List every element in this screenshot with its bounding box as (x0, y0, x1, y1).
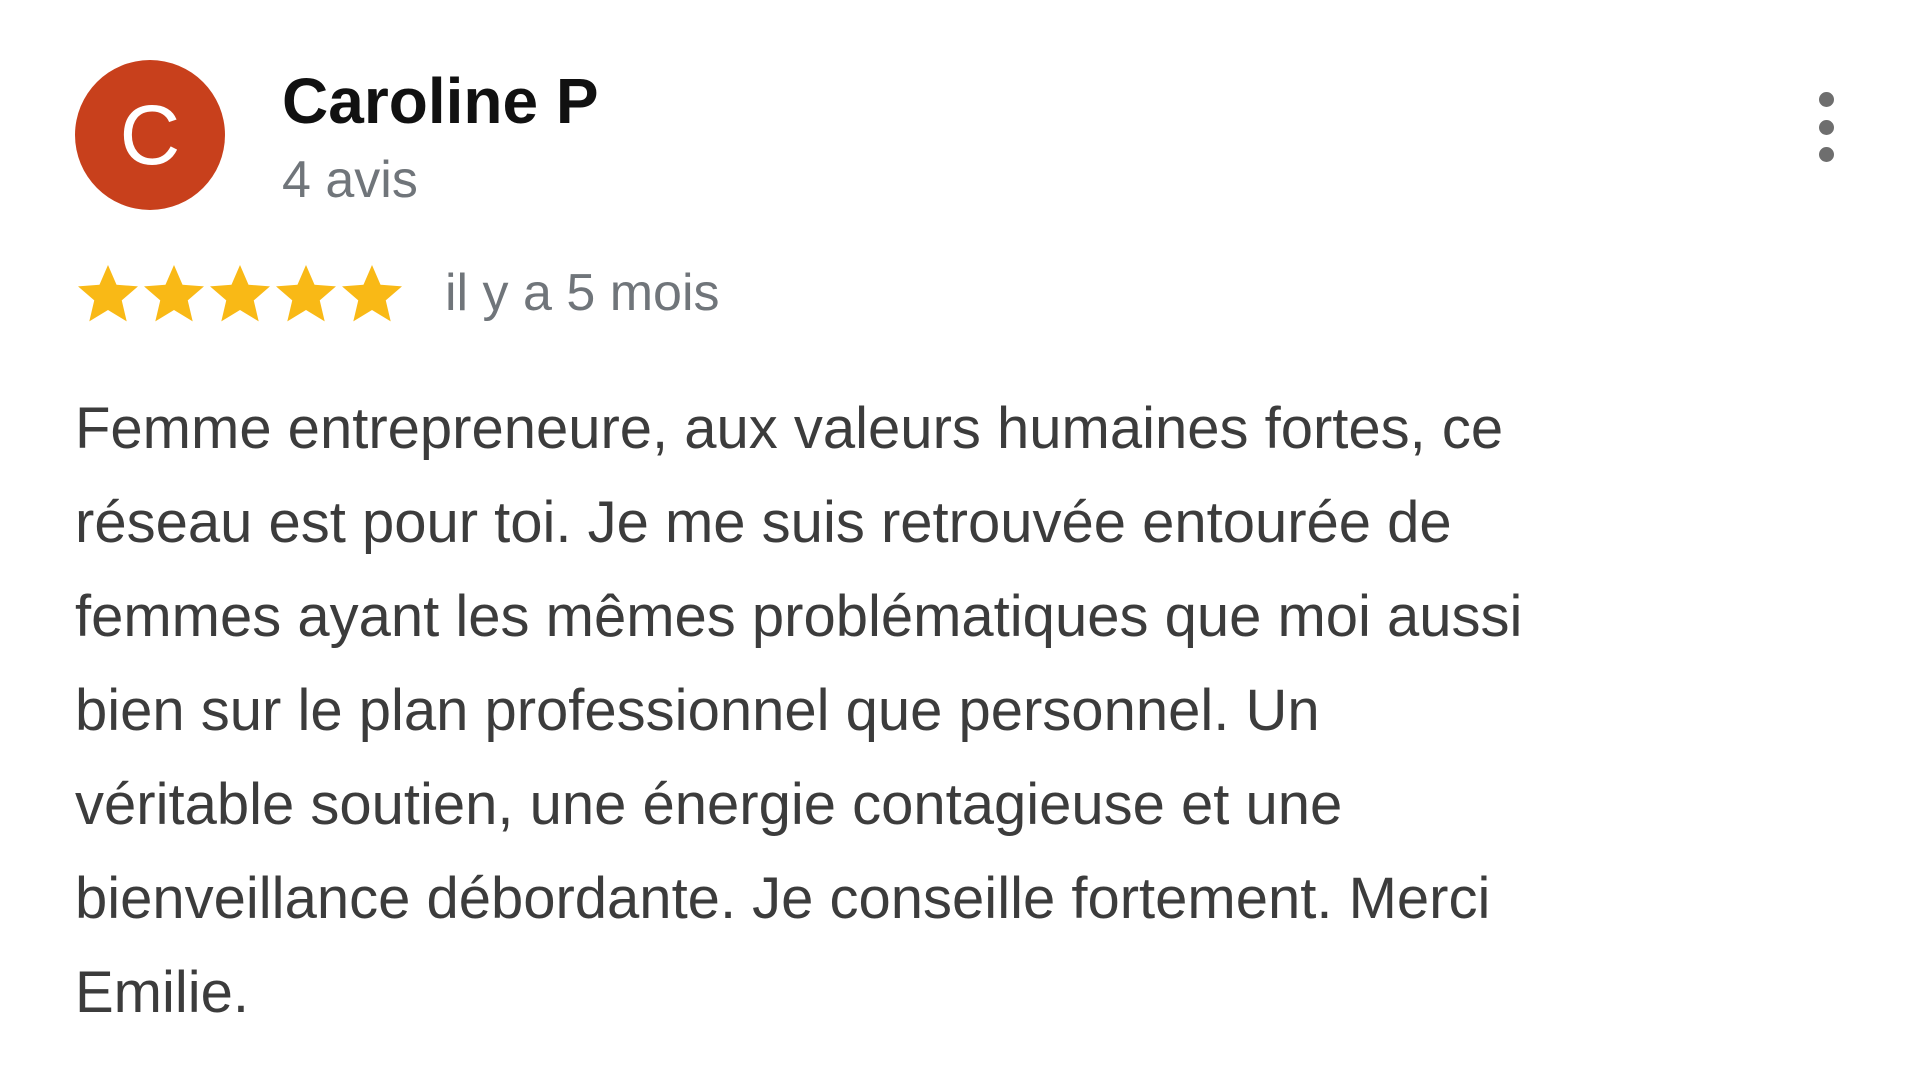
review-text-line: bienveillance débordante. Je conseille f… (75, 866, 1491, 931)
review-count[interactable]: 4 avis (282, 151, 418, 209)
menu-dot (1818, 92, 1834, 107)
star-icon (141, 260, 207, 326)
review-text-line: Emilie. (75, 960, 250, 1025)
star-icon (207, 260, 273, 326)
avatar[interactable]: C (75, 60, 225, 210)
star-rating (75, 260, 405, 326)
review-card: C Caroline P 4 avis il y a 5 mois Femme … (0, 0, 1920, 1080)
menu-dot (1818, 119, 1834, 135)
more-vert-icon[interactable] (1806, 92, 1846, 162)
star-icon (273, 260, 339, 326)
review-text-line: bien sur le plan professionnel que perso… (75, 678, 1320, 743)
avatar-initial: C (119, 88, 181, 182)
review-text: Femme entrepreneure, aux valeurs humaine… (75, 382, 1795, 1040)
review-text-line: réseau est pour toi. Je me suis retrouvé… (75, 490, 1452, 555)
review-text-line: Femme entrepreneure, aux valeurs humaine… (75, 396, 1504, 461)
review-text-line: femmes ayant les mêmes problématiques qu… (75, 584, 1523, 649)
star-icon (75, 260, 141, 326)
review-text-line: véritable soutien, une énergie contagieu… (75, 772, 1343, 837)
review-date: il y a 5 mois (445, 264, 720, 322)
menu-dot (1818, 147, 1834, 162)
star-icon (339, 260, 405, 326)
rating-row: il y a 5 mois (75, 258, 720, 328)
author-name[interactable]: Caroline P (282, 66, 599, 137)
